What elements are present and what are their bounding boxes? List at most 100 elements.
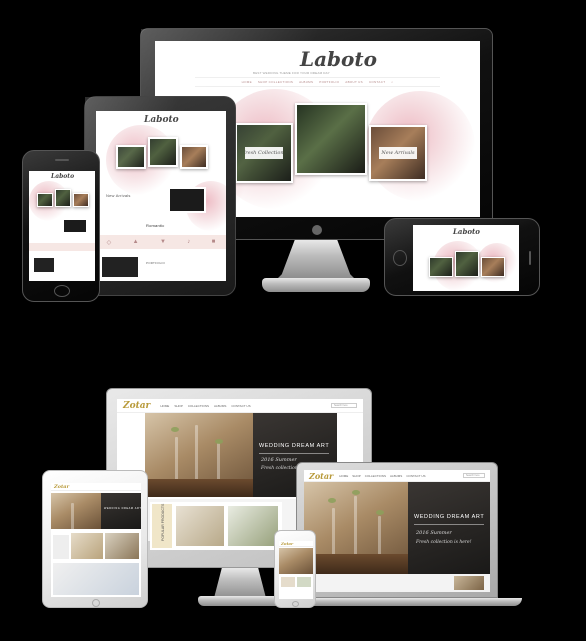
ring-icon: ◇ <box>106 239 112 246</box>
hero-title: WEDDING DREAM ART <box>414 514 485 520</box>
leaf-shape <box>215 439 223 444</box>
gallery-photo[interactable] <box>168 187 206 213</box>
product-tile[interactable] <box>176 506 224 546</box>
nav-item[interactable]: ALBUMS <box>214 404 226 408</box>
laptop-device: Zotar HOME SHOP COLLECTIONS ALBUMS CONTA… <box>296 462 498 598</box>
divider <box>259 453 329 454</box>
hero-title: WEDDING DREAM ART <box>104 507 141 510</box>
section-text: New Arrivals <box>106 193 131 198</box>
monitor-stand <box>214 568 266 598</box>
gallery-photo[interactable] <box>73 193 89 207</box>
phone-speaker <box>529 251 531 265</box>
top-showcase: Laboto BEST WEDDING THEME FOR YOUR DREAM… <box>0 0 586 320</box>
site-logo: Zotar <box>123 400 151 411</box>
tablet-screen: Zotar WEDDING DREAM ART <box>51 483 141 597</box>
home-button[interactable] <box>393 250 407 266</box>
product-tile[interactable] <box>105 533 139 559</box>
nav-item[interactable]: CONTACT US <box>231 404 250 408</box>
search-input[interactable]: Search here <box>331 403 357 408</box>
nav-item[interactable]: PORTFOLIO <box>319 80 339 84</box>
site-logo: Laboto <box>51 173 75 180</box>
gallery-photo-center[interactable] <box>295 103 367 175</box>
site-logo: Laboto <box>300 47 377 71</box>
nav-item[interactable]: HOME <box>339 474 348 478</box>
tablet-device: Zotar WEDDING DREAM ART <box>42 470 148 608</box>
site-tagline: BEST WEDDING THEME FOR YOUR DREAM DAY <box>253 71 330 75</box>
home-button[interactable] <box>92 599 100 607</box>
nav-item[interactable]: CONTACT US <box>406 474 425 478</box>
home-button[interactable] <box>54 285 70 297</box>
site-header: Zotar <box>51 483 141 491</box>
phone-landscape: Laboto <box>384 218 540 296</box>
nav-item[interactable]: SHOP <box>174 404 183 408</box>
nav-item[interactable]: HOME <box>242 80 252 84</box>
nav-item[interactable]: COLLECTIONS <box>365 474 386 478</box>
hero-image <box>304 482 408 574</box>
hero-image <box>145 413 253 497</box>
leaf-shape <box>171 427 179 432</box>
vase-shape <box>71 503 74 529</box>
gallery-photo[interactable] <box>55 189 71 207</box>
gallery-photo[interactable] <box>33 257 55 273</box>
nav-item[interactable]: ALBUMS <box>299 80 313 84</box>
gallery-card-label: New Arrivals <box>379 147 417 159</box>
phone-screen: Laboto <box>29 171 95 281</box>
gallery-photo[interactable] <box>429 257 453 277</box>
product-thumb[interactable] <box>454 576 484 590</box>
gift-icon: ■ <box>211 239 216 245</box>
phone-screen: Zotar <box>279 541 313 599</box>
product-tile[interactable] <box>71 533 103 559</box>
leaf-shape <box>376 510 384 515</box>
nav-item[interactable]: HOME <box>160 404 169 408</box>
gallery-photo[interactable] <box>37 193 53 207</box>
side-label <box>53 535 69 559</box>
main-nav: HOME SHOP COLLECTIONS ALBUMS CONTACT US <box>339 474 425 478</box>
gallery-photo[interactable] <box>455 251 479 277</box>
nav-item[interactable]: SHOP COLLECTIONS <box>258 80 293 84</box>
hero-tagline: Fresh collection is here! <box>416 540 472 545</box>
nav-item[interactable]: CONTACT <box>369 80 385 84</box>
popular-products-panel: POPULAR PRODUCTS <box>150 502 282 550</box>
gallery-photo[interactable] <box>148 137 178 167</box>
monitor-stand <box>278 240 354 278</box>
gallery-photo[interactable] <box>481 257 505 277</box>
glass-icon: ▼ <box>159 239 166 245</box>
section-text: PORTFOLIO <box>146 261 166 265</box>
site-logo: Zotar <box>54 483 70 490</box>
search-icon[interactable]: ⌕ <box>391 80 393 84</box>
leaf-shape <box>328 498 336 503</box>
gallery-photo[interactable] <box>116 145 146 169</box>
tablet-device: Laboto New Arrivals Romantic ◇ ▲ ▼ ♪ ■ P… <box>84 96 236 296</box>
hero-subtitle: 2016 Summer <box>261 457 297 463</box>
hero-image <box>51 493 101 529</box>
nav-item[interactable]: COLLECTIONS <box>188 404 209 408</box>
side-label: POPULAR PRODUCTS <box>161 503 165 541</box>
nav-item[interactable]: ALBUMS <box>390 474 402 478</box>
product-tile[interactable] <box>53 563 139 595</box>
bottom-showcase: Zotar HOME SHOP COLLECTIONS ALBUMS CONTA… <box>0 330 586 641</box>
site-logo: Zotar <box>281 541 294 546</box>
home-button[interactable] <box>292 601 299 607</box>
monitor-base <box>262 278 370 292</box>
product-tile[interactable] <box>228 506 278 546</box>
hero-banner: WEDDING DREAM ART <box>101 493 141 529</box>
site-logo: Laboto <box>144 115 179 125</box>
search-input[interactable]: Search here <box>463 473 485 478</box>
product-tile[interactable] <box>281 577 295 587</box>
leaf-shape <box>352 490 360 495</box>
gallery-photo[interactable] <box>180 145 208 169</box>
gallery-photo[interactable] <box>100 255 140 279</box>
table-surface <box>145 479 253 497</box>
nav-item[interactable]: ABOUT US <box>345 80 363 84</box>
phone-landscape-screen: Laboto <box>413 225 519 291</box>
site-header: Zotar HOME SHOP COLLECTIONS ALBUMS CONTA… <box>117 399 363 413</box>
product-tile[interactable] <box>297 577 311 587</box>
tablet-screen: Laboto New Arrivals Romantic ◇ ▲ ▼ ♪ ■ P… <box>96 111 226 281</box>
hero-title: WEDDING DREAM ART <box>259 443 330 449</box>
icon-row: ◇ ▲ ▼ ♪ ■ <box>96 235 226 249</box>
nav-item[interactable]: SHOP <box>352 474 361 478</box>
laptop-screen: Zotar HOME SHOP COLLECTIONS ALBUMS CONTA… <box>304 470 490 592</box>
phone-portrait: Zotar <box>274 530 316 608</box>
gallery-photo[interactable] <box>63 219 87 233</box>
site-logo: Laboto <box>453 227 480 236</box>
